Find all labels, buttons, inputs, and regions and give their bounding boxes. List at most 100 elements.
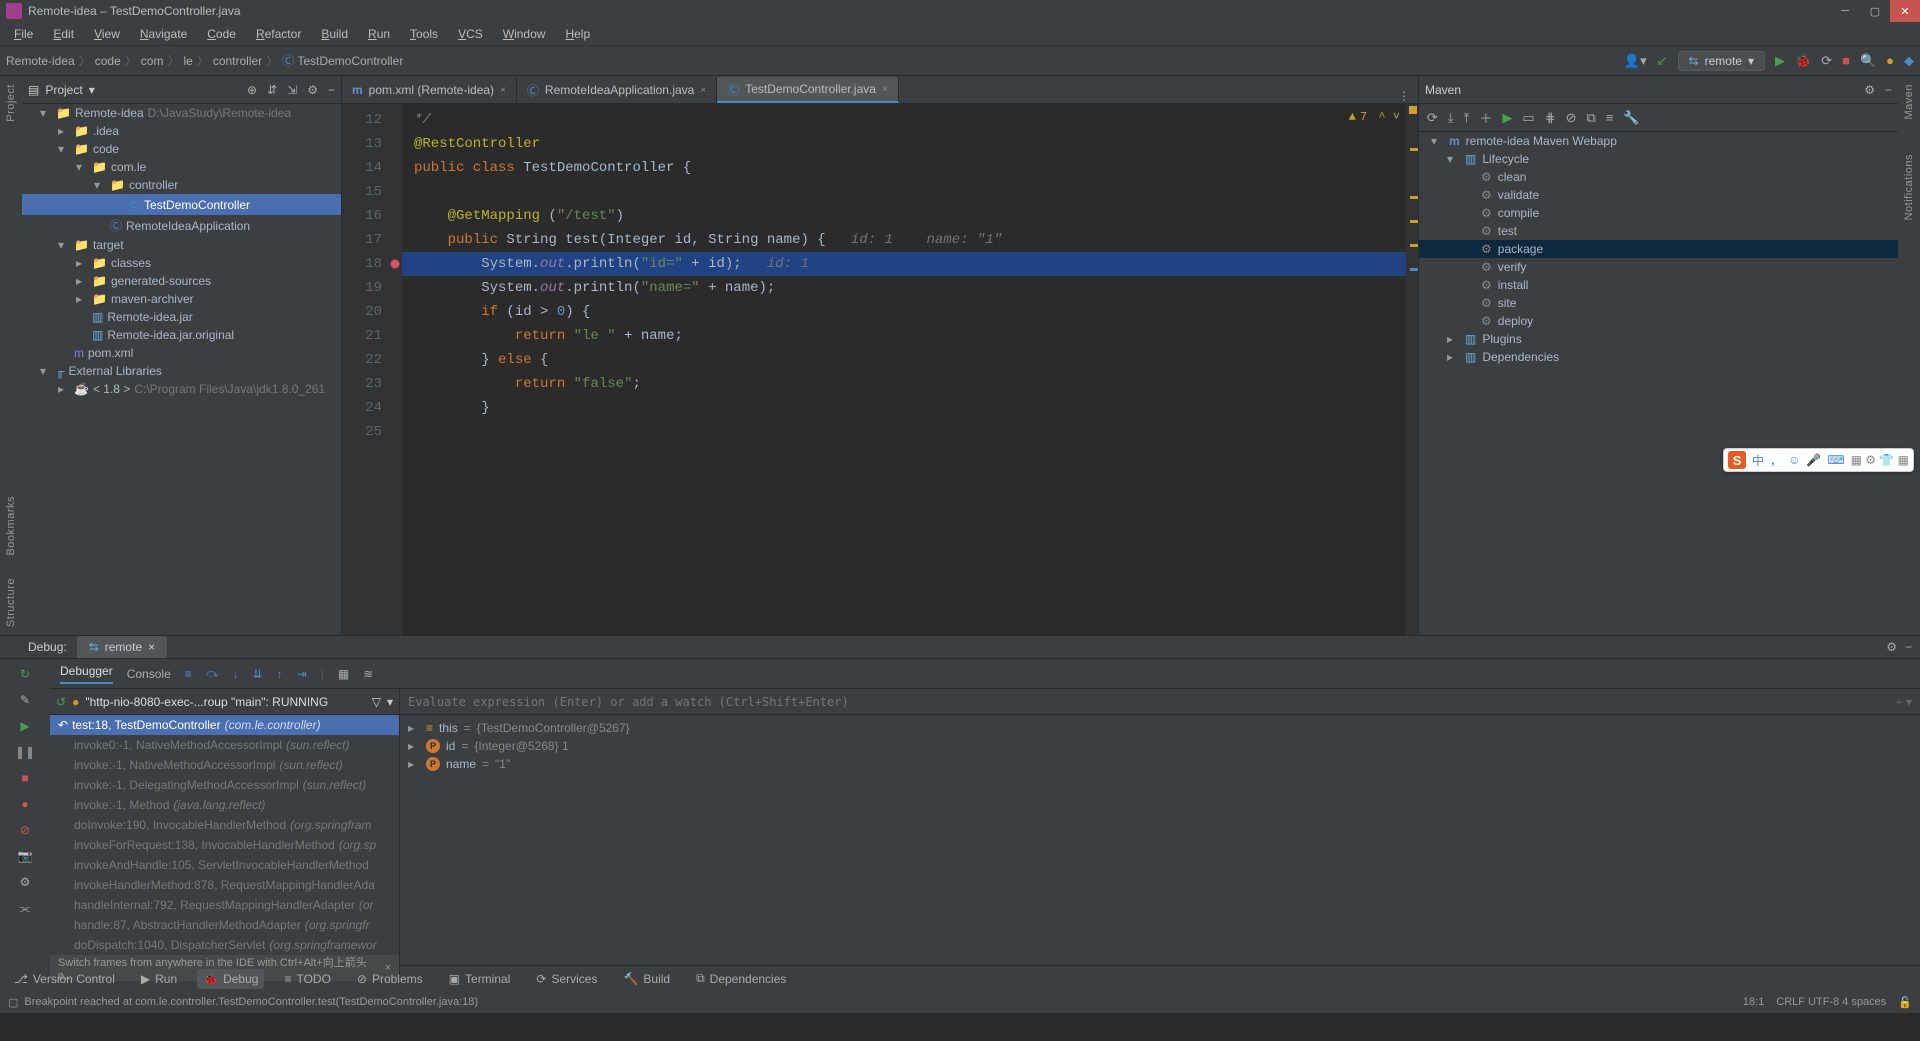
settings-icon[interactable]: ⚙ (307, 83, 318, 97)
mute-breakpoints-button[interactable]: ⊘ (16, 821, 34, 839)
maven-item-test[interactable]: ⚙test (1419, 222, 1898, 240)
menu-vcs[interactable]: VCS (450, 25, 491, 43)
menu-refactor[interactable]: Refactor (248, 25, 309, 43)
tree-item-generated-sources[interactable]: ▸📁 generated-sources (22, 272, 341, 290)
project-toolwindow-button[interactable]: Project (5, 84, 17, 122)
variables-list[interactable]: ▸≡ this = {TestDemoController@5267}▸P id… (400, 715, 1920, 981)
menu-build[interactable]: Build (313, 25, 356, 43)
readonly-lock-icon[interactable]: 🔓 (1898, 996, 1912, 1009)
close-tab-icon[interactable]: × (882, 84, 888, 95)
menu-help[interactable]: Help (557, 25, 598, 43)
breakpoint-icon[interactable] (390, 259, 400, 269)
coverage-button[interactable]: ⟳ (1821, 53, 1832, 69)
maven-item-plugins[interactable]: ▸▥Plugins (1419, 330, 1898, 348)
hide-icon[interactable]: − (328, 83, 335, 97)
maven-item-verify[interactable]: ⚙verify (1419, 258, 1898, 276)
variable-row[interactable]: ▸P id = {Integer@5268} 1 (408, 737, 1912, 755)
frames-dropdown-icon[interactable]: ▾ (387, 695, 393, 709)
debug-button[interactable]: 🐞 (1795, 53, 1811, 69)
editor-tab[interactable]: mpom.xml (Remote-idea)× (342, 77, 517, 103)
maximize-button[interactable]: ▢ (1860, 0, 1890, 22)
breakpoint-gutter[interactable] (390, 104, 402, 635)
breadcrumb-segment[interactable]: controller (213, 54, 262, 68)
maven-settings-icon[interactable]: 🔧 (1623, 110, 1639, 126)
trace-current-stream-chain-icon[interactable]: ≋ (363, 667, 373, 681)
ime-bar[interactable]: S 中，☺🎤⌨ ▦ ⚙ 👕 ▦ (1723, 448, 1914, 472)
breadcrumb[interactable]: Remote-idea〉code〉com〉le〉controller〉Ⓒ Tes… (6, 52, 403, 69)
build-icon[interactable]: ↙ (1657, 53, 1668, 69)
notifications-toolwindow-button[interactable]: Notifications (1903, 154, 1915, 220)
error-stripe[interactable] (1406, 104, 1418, 635)
toolwindow-button-problems[interactable]: ⊘Problems (351, 969, 429, 989)
tree-item-pom-xml[interactable]: m pom.xml (22, 344, 341, 362)
toolwindow-button-services[interactable]: ⟳Services (530, 969, 603, 989)
menu-tools[interactable]: Tools (402, 25, 446, 43)
minimize-button[interactable]: ─ (1830, 0, 1860, 22)
maven-item-validate[interactable]: ⚙validate (1419, 186, 1898, 204)
bookmarks-toolwindow-button[interactable]: Bookmarks (5, 496, 17, 556)
tree-item-classes[interactable]: ▸📁 classes (22, 254, 341, 272)
structure-toolwindow-button[interactable]: Structure (5, 578, 17, 627)
download-sources-icon[interactable]: ⤒ (1464, 110, 1470, 126)
maven-item-install[interactable]: ⚙install (1419, 276, 1898, 294)
menu-code[interactable]: Code (199, 25, 244, 43)
search-everywhere-icon[interactable]: 🔍 (1860, 53, 1876, 69)
rerun-button[interactable]: ↻ (16, 665, 34, 683)
threads-icon[interactable]: ≡ (185, 667, 192, 681)
debug-session-tab[interactable]: ⇆ remote × (77, 636, 167, 658)
tree-item-com-le[interactable]: ▾📁 com.le (22, 158, 341, 176)
stack-frame[interactable]: invoke:-1, NativeMethodAccessorImpl (sun… (50, 755, 399, 775)
menu-navigate[interactable]: Navigate (132, 25, 195, 43)
maven-tree[interactable]: ▾mremote-idea Maven Webapp▾▥Lifecycle⚙cl… (1419, 132, 1898, 635)
settings-icon[interactable]: ⚙ (1886, 640, 1897, 654)
tree-item--idea[interactable]: ▸📁 .idea (22, 122, 341, 140)
evaluate-expression-input[interactable]: + ▾ (400, 689, 1920, 715)
execute-goal-icon[interactable]: ▭ (1522, 110, 1534, 126)
maven-item-clean[interactable]: ⚙clean (1419, 168, 1898, 186)
stack-frame[interactable]: handleInternal:792, RequestMappingHandle… (50, 895, 399, 915)
variable-row[interactable]: ▸≡ this = {TestDemoController@5267} (408, 719, 1912, 737)
run-config-selector[interactable]: ⇆ remote▾ (1678, 51, 1765, 71)
toolwindow-button-version-control[interactable]: ⎇Version Control (8, 969, 121, 989)
expand-all-icon[interactable]: ⇵ (267, 83, 277, 97)
tree-item-target[interactable]: ▾📁 target (22, 236, 341, 254)
maven-toolwindow-button[interactable]: Maven (1903, 84, 1915, 120)
breadcrumb-segment[interactable]: code (95, 54, 121, 68)
ide-settings-icon[interactable]: ◆ (1904, 53, 1914, 69)
stop-button[interactable]: ■ (16, 769, 34, 787)
file-encoding[interactable]: CRLF UTF-8 4 spaces (1776, 996, 1886, 1009)
ide-update-icon[interactable]: ● (1886, 53, 1894, 68)
step-over-icon[interactable]: ⤼ (206, 666, 219, 681)
stack-frame[interactable]: ↶ test:18, TestDemoController (com.le.co… (50, 715, 399, 735)
maven-item-deploy[interactable]: ⚙deploy (1419, 312, 1898, 330)
maven-item-compile[interactable]: ⚙compile (1419, 204, 1898, 222)
view-breakpoints-button[interactable]: ● (16, 795, 34, 813)
tree-item-controller[interactable]: ▾📁 controller (22, 176, 341, 194)
tree-item-external-libraries[interactable]: ▾╓ External Libraries (22, 362, 341, 380)
toolwindow-button-todo[interactable]: ≡TODO (278, 969, 336, 989)
project-tree[interactable]: ▾📁 Remote-idea D:\JavaStudy\Remote-idea▸… (22, 104, 341, 635)
stack-frame[interactable]: invoke0:-1, NativeMethodAccessorImpl (su… (50, 735, 399, 755)
hide-icon[interactable]: − (1905, 640, 1912, 654)
step-into-icon[interactable]: ↓ (233, 667, 239, 681)
user-icon[interactable]: 👤▾ (1624, 53, 1647, 69)
breadcrumb-segment[interactable]: le (183, 54, 192, 68)
breadcrumb-segment[interactable]: Remote-idea (6, 54, 75, 68)
breadcrumb-segment[interactable]: com (141, 54, 164, 68)
maven-item-remote-idea-maven-webapp[interactable]: ▾mremote-idea Maven Webapp (1419, 132, 1898, 150)
close-tab-icon[interactable]: × (148, 640, 155, 654)
toolwindow-button-build[interactable]: 🔨Build (617, 969, 676, 989)
breadcrumb-segment[interactable]: Ⓒ TestDemoController (282, 52, 403, 69)
stack-frame[interactable]: invoke:-1, Method (java.lang.reflect) (50, 795, 399, 815)
stack-frame[interactable]: handle:87, AbstractHandlerMethodAdapter … (50, 915, 399, 935)
stack-frame[interactable]: invokeHandlerMethod:878, RequestMappingH… (50, 875, 399, 895)
close-tab-icon[interactable]: × (700, 85, 706, 96)
menu-view[interactable]: View (86, 25, 128, 43)
resume-button[interactable]: ▶ (16, 717, 34, 735)
variable-row[interactable]: ▸P name = "1" (408, 755, 1912, 773)
collapse-all-icon[interactable]: ⇲ (287, 83, 297, 97)
frames-list[interactable]: ↶ test:18, TestDemoController (com.le.co… (50, 715, 399, 955)
reload-icon[interactable]: ⟳ (1427, 110, 1438, 126)
toggle-offline-icon[interactable]: ⋕ (1545, 110, 1556, 126)
pause-button[interactable]: ❚❚ (16, 743, 34, 761)
